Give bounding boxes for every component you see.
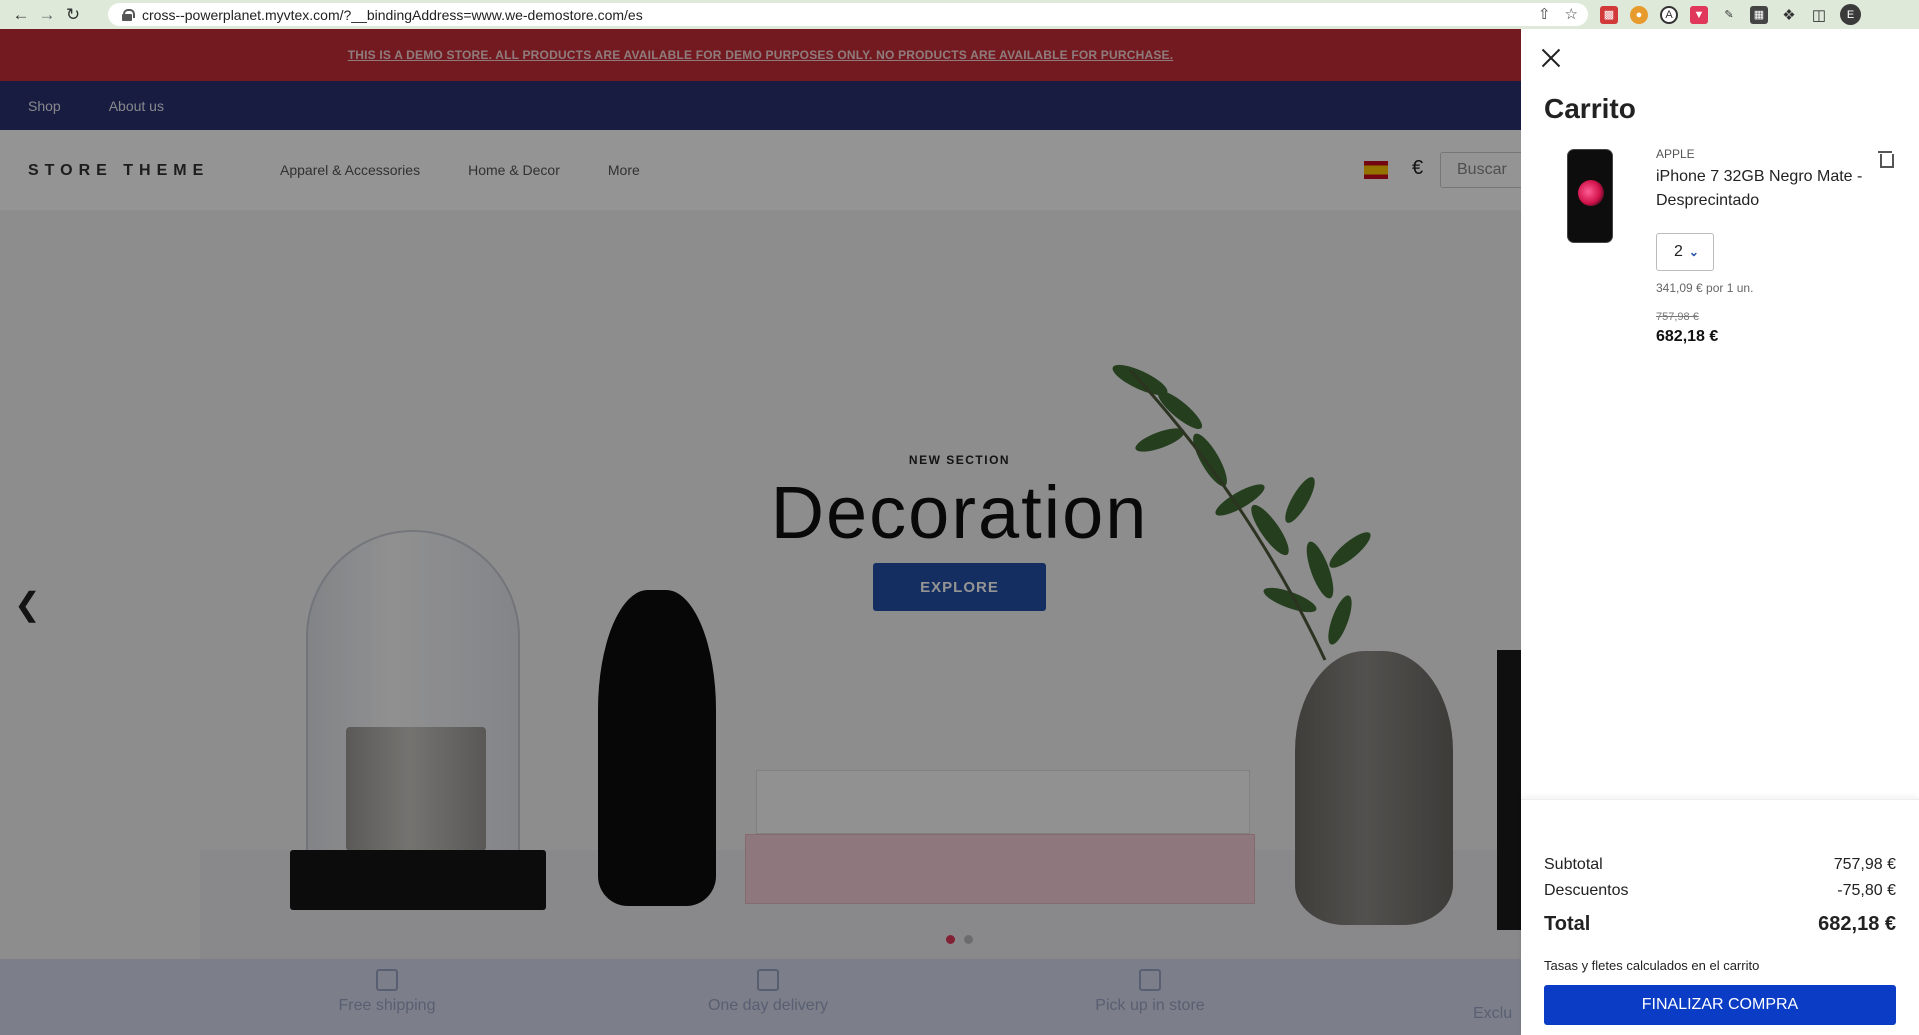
address-bar[interactable]: cross--powerplanet.myvtex.com/?__binding… — [108, 3, 1588, 26]
product-brand: APPLE — [1656, 147, 1695, 161]
product-thumbnail[interactable] — [1567, 149, 1613, 243]
total-label: Total — [1544, 913, 1591, 935]
cart-drawer: Carrito APPLE iPhone 7 32GB Negro Mate -… — [1521, 29, 1919, 1035]
cart-summary: Subtotal 757,98 € Descuentos -75,80 € To… — [1521, 799, 1919, 1035]
extension-icon[interactable]: ▼ — [1690, 5, 1708, 24]
trash-icon[interactable] — [1878, 150, 1894, 168]
back-arrow-icon[interactable]: ← — [8, 2, 34, 28]
browser-toolbar: ← → ↻ cross--powerplanet.myvtex.com/?__b… — [0, 0, 1919, 29]
subtotal-label: Subtotal — [1544, 856, 1603, 873]
subtotal-row: Subtotal 757,98 € — [1544, 856, 1896, 874]
profile-avatar[interactable]: E — [1840, 4, 1861, 25]
side-panel-icon[interactable]: ◫ — [1810, 6, 1828, 24]
subtotal-value: 757,98 € — [1833, 856, 1896, 873]
cookie-extension-icon[interactable]: ● — [1630, 5, 1648, 24]
bookmark-star-icon[interactable]: ☆ — [1565, 5, 1578, 23]
checkout-button[interactable]: FINALIZAR COMPRA — [1544, 985, 1896, 1025]
quantity-selector[interactable]: 2 ⌄ — [1656, 233, 1714, 271]
puzzle-extensions-icon[interactable]: ❖ — [1780, 6, 1798, 24]
reload-icon[interactable]: ↻ — [60, 2, 86, 28]
qr-extension-icon[interactable]: ▦ — [1750, 5, 1768, 24]
discount-value: -75,80 € — [1837, 882, 1896, 899]
a-extension-icon[interactable]: A — [1660, 5, 1678, 24]
total-value: 682,18 € — [1818, 913, 1896, 935]
url-text: cross--powerplanet.myvtex.com/?__binding… — [142, 6, 643, 23]
total-row: Total 682,18 € — [1544, 913, 1896, 936]
product-name[interactable]: iPhone 7 32GB Negro Mate - Desprecintado — [1656, 165, 1876, 213]
quantity-value: 2 — [1674, 243, 1683, 260]
tax-note: Tasas y fletes calculados en el carrito — [1544, 958, 1760, 973]
eyedropper-extension-icon[interactable]: ✎ — [1720, 6, 1738, 24]
forward-arrow-icon[interactable]: → — [34, 2, 60, 28]
discount-row: Descuentos -75,80 € — [1544, 882, 1896, 900]
lock-icon — [122, 8, 135, 21]
list-price: 757,98 € — [1656, 311, 1699, 323]
unit-price: 341,09 € por 1 un. — [1656, 281, 1754, 295]
extension-icon[interactable]: ▩ — [1600, 5, 1618, 24]
close-icon[interactable] — [1540, 47, 1562, 69]
drawer-backdrop[interactable] — [0, 29, 1521, 1035]
cart-title: Carrito — [1544, 93, 1636, 124]
discount-label: Descuentos — [1544, 882, 1629, 899]
share-icon[interactable]: ⇧ — [1538, 5, 1551, 23]
item-price: 682,18 € — [1656, 328, 1719, 345]
store-page: THIS IS A DEMO STORE. ALL PRODUCTS ARE A… — [0, 29, 1521, 1035]
chevron-down-icon: ⌄ — [1688, 245, 1699, 259]
